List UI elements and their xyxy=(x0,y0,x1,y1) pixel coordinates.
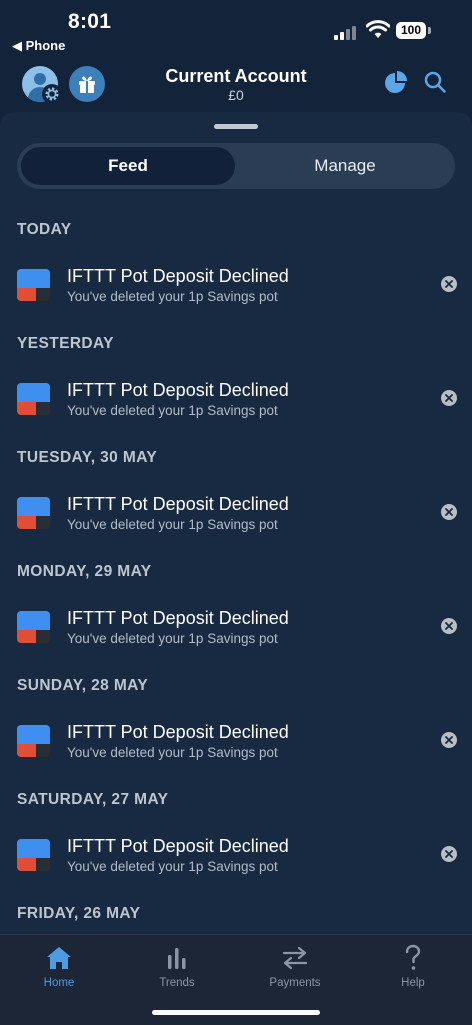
tab-payments-label: Payments xyxy=(269,977,321,989)
dismiss-icon[interactable] xyxy=(441,618,457,634)
tab-home-label: Home xyxy=(43,977,75,989)
payments-icon xyxy=(282,946,308,970)
back-to-app-link[interactable]: ◀ Phone xyxy=(12,38,65,54)
ifttt-pot-icon xyxy=(17,269,50,301)
tab-home[interactable]: Home xyxy=(0,943,118,989)
ifttt-pot-icon xyxy=(17,725,50,757)
dismiss-icon[interactable] xyxy=(441,846,457,862)
feed-item[interactable]: IFTTT Pot Deposit Declined You've delete… xyxy=(0,596,472,660)
tab-trends-label: Trends xyxy=(159,977,195,989)
feed-list: TODAY IFTTT Pot Deposit Declined You've … xyxy=(0,204,472,934)
ifttt-pot-icon xyxy=(17,383,50,415)
tab-feed[interactable]: Feed xyxy=(21,147,235,185)
battery-tip xyxy=(428,27,431,34)
feed-item[interactable]: IFTTT Pot Deposit Declined You've delete… xyxy=(0,824,472,888)
status-bar: 8:01 ◀ Phone 100 xyxy=(0,0,472,56)
account-header: Current Account £0 xyxy=(0,56,472,112)
ifttt-pot-icon xyxy=(17,497,50,529)
feed-item[interactable]: IFTTT Pot Deposit Declined You've delete… xyxy=(0,482,472,546)
date-header: FRIDAY, 26 MAY xyxy=(17,905,141,922)
wifi-icon xyxy=(366,20,390,38)
tab-trends[interactable]: Trends xyxy=(118,943,236,989)
ifttt-pot-icon xyxy=(17,611,50,643)
feed-item-subtitle: You've deleted your 1p Savings pot xyxy=(67,517,278,532)
date-header: SUNDAY, 28 MAY xyxy=(17,677,149,694)
date-header: YESTERDAY xyxy=(17,335,114,352)
feed-item-subtitle: You've deleted your 1p Savings pot xyxy=(67,403,278,418)
cellular-signal-icon xyxy=(334,24,360,40)
dismiss-icon[interactable] xyxy=(441,390,457,406)
home-icon xyxy=(47,947,71,969)
feed-item[interactable]: IFTTT Pot Deposit Declined You've delete… xyxy=(0,710,472,774)
date-header: TUESDAY, 30 MAY xyxy=(17,449,158,466)
feed-item-title: IFTTT Pot Deposit Declined xyxy=(67,494,289,514)
feed-item-subtitle: You've deleted your 1p Savings pot xyxy=(67,289,278,304)
dismiss-icon[interactable] xyxy=(441,504,457,520)
search-icon[interactable] xyxy=(423,70,447,94)
dismiss-icon[interactable] xyxy=(441,276,457,292)
trends-icon xyxy=(168,948,186,969)
date-header: SATURDAY, 27 MAY xyxy=(17,791,169,808)
feed-item-title: IFTTT Pot Deposit Declined xyxy=(67,608,289,628)
tab-help[interactable]: Help xyxy=(354,943,472,989)
status-time: 8:01 xyxy=(68,10,112,33)
home-indicator[interactable] xyxy=(152,1010,320,1015)
tab-payments[interactable]: Payments xyxy=(236,943,354,989)
feed-item-subtitle: You've deleted your 1p Savings pot xyxy=(67,631,278,646)
dismiss-icon[interactable] xyxy=(441,732,457,748)
feed-item-title: IFTTT Pot Deposit Declined xyxy=(67,722,289,742)
date-header: MONDAY, 29 MAY xyxy=(17,563,152,580)
ifttt-pot-icon xyxy=(17,839,50,871)
feed-sheet: Feed Manage TODAY IFTTT Pot Deposit Decl… xyxy=(0,112,472,934)
feed-manage-switcher: Feed Manage xyxy=(17,143,455,189)
date-header: TODAY xyxy=(17,221,72,238)
feed-item-subtitle: You've deleted your 1p Savings pot xyxy=(67,745,278,760)
pie-chart-icon[interactable] xyxy=(383,71,407,95)
tab-manage[interactable]: Manage xyxy=(239,147,451,185)
battery-icon: 100 xyxy=(396,22,426,39)
tab-help-label: Help xyxy=(401,977,425,989)
feed-item-title: IFTTT Pot Deposit Declined xyxy=(67,380,289,400)
feed-item[interactable]: IFTTT Pot Deposit Declined You've delete… xyxy=(0,254,472,318)
feed-item-subtitle: You've deleted your 1p Savings pot xyxy=(67,859,278,874)
feed-item[interactable]: IFTTT Pot Deposit Declined You've delete… xyxy=(0,368,472,432)
sheet-drag-handle[interactable] xyxy=(214,124,258,129)
feed-item-title: IFTTT Pot Deposit Declined xyxy=(67,836,289,856)
help-icon xyxy=(405,944,421,970)
feed-item-title: IFTTT Pot Deposit Declined xyxy=(67,266,289,286)
